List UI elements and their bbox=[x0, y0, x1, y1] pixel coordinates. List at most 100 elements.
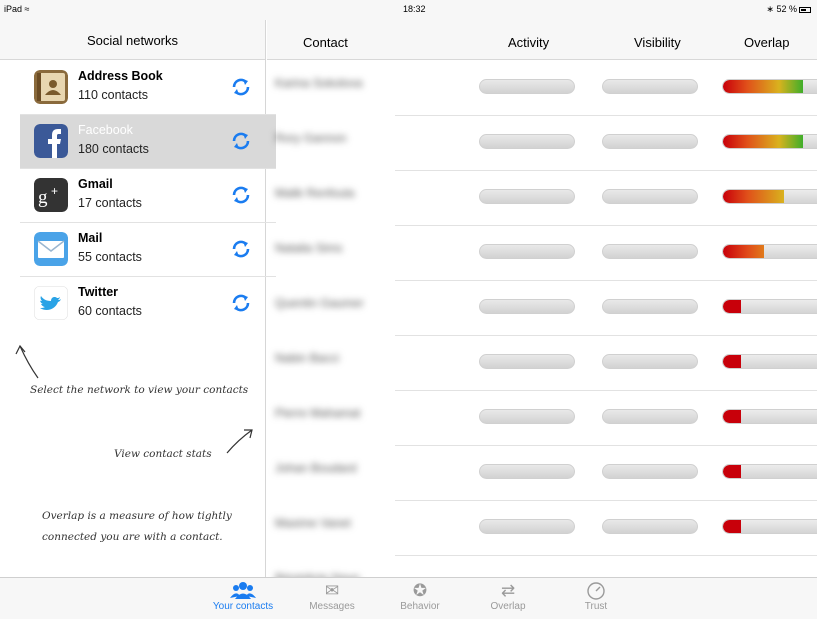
overlap-bar bbox=[722, 299, 817, 314]
shuffle-icon: ⇄ bbox=[500, 581, 516, 600]
table-header: Contact Activity Visibility Overlap bbox=[267, 20, 817, 60]
network-count: 180 contacts bbox=[78, 142, 149, 156]
sidebar-item-facebook[interactable]: Facebook 180 contacts bbox=[20, 115, 276, 169]
column-header-contact: Contact bbox=[303, 35, 348, 50]
column-header-overlap: Overlap bbox=[744, 35, 790, 50]
network-count: 17 contacts bbox=[78, 196, 142, 210]
overlap-bar bbox=[722, 464, 817, 479]
visibility-bar bbox=[602, 189, 698, 204]
svg-text:+: + bbox=[51, 184, 58, 198]
table-row[interactable]: Malik Renfoula bbox=[267, 171, 817, 226]
activity-bar bbox=[479, 299, 575, 314]
overlap-bar bbox=[722, 79, 817, 94]
overlap-bar bbox=[722, 409, 817, 424]
overlap-bar bbox=[722, 189, 817, 204]
battery-percent: 52 % bbox=[776, 4, 797, 14]
battery-indicator: ∗ 52 % bbox=[766, 4, 811, 15]
envelope-icon: ✉ bbox=[324, 581, 340, 600]
runner-icon: ✪ bbox=[412, 581, 428, 600]
activity-bar bbox=[479, 189, 575, 204]
address-book-icon bbox=[34, 70, 68, 104]
carrier-text: iPad bbox=[4, 4, 23, 14]
tab-messages[interactable]: ✉ Messages bbox=[297, 581, 367, 612]
column-header-visibility: Visibility bbox=[634, 35, 681, 50]
visibility-bar bbox=[602, 519, 698, 534]
sync-icon[interactable] bbox=[228, 182, 254, 208]
clock: 18:32 bbox=[403, 4, 426, 14]
contact-name: Nabin Bacci bbox=[275, 351, 340, 365]
sidebar-item-address-book[interactable]: Address Book 110 contacts bbox=[20, 61, 276, 115]
tab-overlap[interactable]: ⇄ Overlap bbox=[473, 581, 543, 612]
tab-label: Behavior bbox=[400, 601, 440, 612]
tab-label: Overlap bbox=[490, 601, 526, 612]
tab-your-contacts[interactable]: Your contacts bbox=[208, 581, 278, 612]
sync-icon[interactable] bbox=[228, 128, 254, 154]
tab-behavior[interactable]: ✪ Behavior bbox=[385, 581, 455, 612]
hint-arrow-right-icon bbox=[226, 429, 253, 454]
network-name: Gmail bbox=[78, 177, 113, 191]
visibility-bar bbox=[602, 354, 698, 369]
activity-bar bbox=[479, 519, 575, 534]
contact-name: Natalia Sims bbox=[275, 241, 343, 255]
carrier-label: iPad ≈ bbox=[4, 4, 29, 14]
hint-view-stats: View contact stats bbox=[114, 448, 212, 460]
twitter-icon bbox=[34, 286, 68, 320]
mail-icon bbox=[34, 232, 68, 266]
overlap-bar-fill bbox=[723, 410, 741, 423]
tab-label: Messages bbox=[309, 601, 355, 612]
contact-name: Johan Boudard bbox=[275, 461, 357, 475]
hint-overlap-line2: connected you are with a contact. bbox=[42, 531, 223, 543]
table-row[interactable]: Karina Sokolova bbox=[267, 61, 817, 116]
svg-text:g: g bbox=[38, 187, 48, 208]
sidebar-title: Social networks bbox=[0, 20, 265, 60]
network-name: Facebook bbox=[78, 123, 133, 137]
network-count: 60 contacts bbox=[78, 304, 142, 318]
contact-name: Pierre Mahamat bbox=[275, 406, 361, 420]
sidebar-item-gmail[interactable]: g + Gmail 17 contacts bbox=[20, 169, 276, 223]
contacts-table: Contact Activity Visibility Overlap Kari… bbox=[267, 20, 817, 585]
overlap-bar-fill bbox=[723, 190, 784, 203]
visibility-bar bbox=[602, 79, 698, 94]
contact-name: Karina Sokolova bbox=[275, 76, 363, 90]
bluetooth-icon: ∗ bbox=[766, 4, 774, 14]
overlap-bar-fill bbox=[723, 245, 764, 258]
table-row[interactable]: Maxime Vanet bbox=[267, 501, 817, 556]
gauge-icon bbox=[561, 581, 631, 601]
contact-name: Maxime Vanet bbox=[275, 516, 351, 530]
sync-icon[interactable] bbox=[228, 74, 254, 100]
contact-name: Rory Gannon bbox=[275, 131, 347, 145]
sidebar: Social networks Address Book 110 contact… bbox=[0, 20, 276, 577]
network-count: 110 contacts bbox=[78, 88, 148, 102]
table-row[interactable]: Johan Boudard bbox=[267, 446, 817, 501]
activity-bar bbox=[479, 134, 575, 149]
status-bar: iPad ≈ 18:32 ∗ 52 % bbox=[0, 0, 817, 20]
sidebar-item-twitter[interactable]: Twitter 60 contacts bbox=[20, 277, 276, 331]
overlap-bar bbox=[722, 519, 817, 534]
sync-icon[interactable] bbox=[228, 236, 254, 262]
table-row[interactable]: Rory Gannon bbox=[267, 116, 817, 171]
overlap-bar bbox=[722, 354, 817, 369]
table-row[interactable]: Nabin Bacci bbox=[267, 336, 817, 391]
network-count: 55 contacts bbox=[78, 250, 142, 264]
overlap-bar-fill bbox=[723, 355, 741, 368]
activity-bar bbox=[479, 79, 575, 94]
overlap-bar-fill bbox=[723, 80, 803, 93]
network-name: Address Book bbox=[78, 69, 163, 83]
table-row[interactable]: Natalia Sims bbox=[267, 226, 817, 281]
contact-name: Quentin Gaumer bbox=[275, 296, 364, 310]
hint-overlap-line1: Overlap is a measure of how tightly bbox=[42, 510, 232, 522]
table-row[interactable]: Quentin Gaumer bbox=[267, 281, 817, 336]
activity-bar bbox=[479, 244, 575, 259]
visibility-bar bbox=[602, 134, 698, 149]
tab-trust[interactable]: Trust bbox=[561, 581, 631, 612]
column-header-activity: Activity bbox=[508, 35, 550, 50]
hint-arrow-up-icon bbox=[15, 344, 39, 379]
table-row[interactable]: Pierre Mahamat bbox=[267, 391, 817, 446]
overlap-bar-fill bbox=[723, 300, 741, 313]
overlap-bar-fill bbox=[723, 135, 803, 148]
sidebar-item-mail[interactable]: Mail 55 contacts bbox=[20, 223, 276, 277]
tab-label: Trust bbox=[584, 601, 608, 612]
facebook-icon bbox=[34, 124, 68, 158]
overlap-bar-fill bbox=[723, 465, 741, 478]
sync-icon[interactable] bbox=[228, 290, 254, 316]
